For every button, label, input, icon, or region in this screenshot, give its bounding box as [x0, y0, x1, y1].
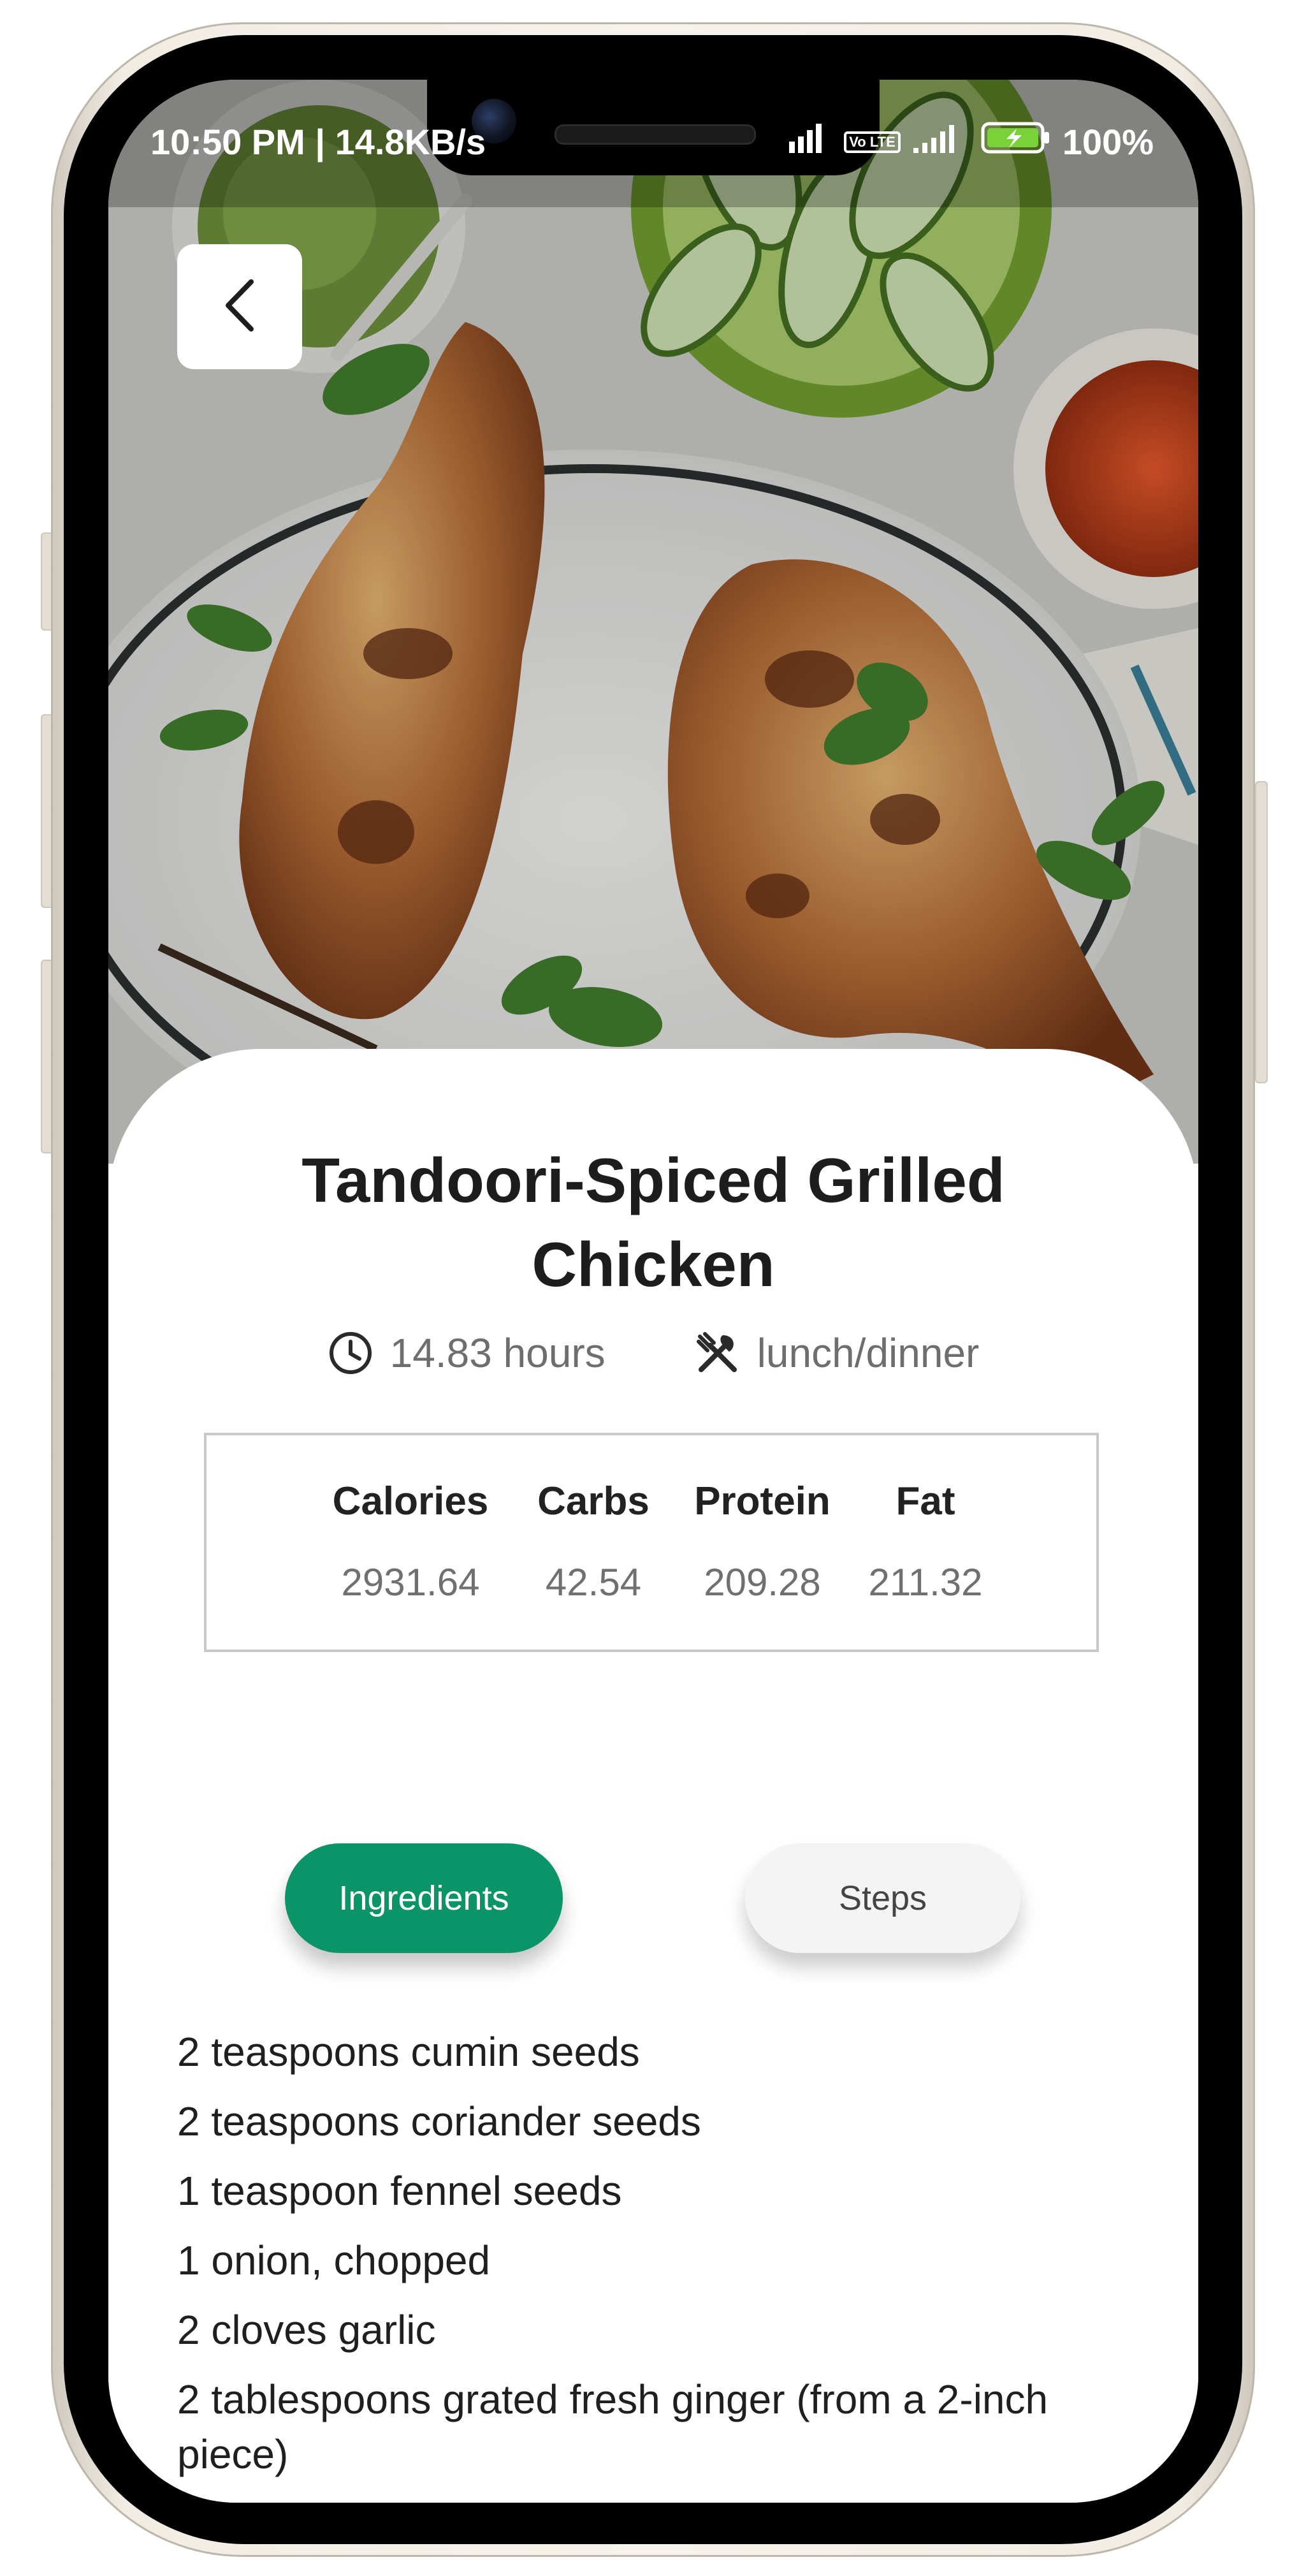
nutrition-value-fat: 211.32: [868, 1561, 983, 1604]
nutrition-table: Calories 2931.64 Carbs 42.54 Protein 209…: [204, 1433, 1099, 1652]
list-item: 1 onion, chopped: [177, 2237, 491, 2283]
recipe-meta: 14.83 hours lunch/dinner: [108, 1329, 1198, 1377]
list-item: 2 tablespoons grated fresh ginger (from …: [177, 2376, 1048, 2477]
chevron-left-icon: [221, 277, 259, 337]
power-button: [1255, 781, 1268, 1083]
status-icons: Vo LTE 100%: [788, 121, 1154, 163]
battery-percent: 100%: [1062, 122, 1154, 162]
status-bar: 10:50 PM | 14.8KB/s Vo LTE 100%: [108, 80, 1198, 182]
nutrition-value-carbs: 42.54: [545, 1561, 642, 1604]
utensils-icon: [695, 1330, 741, 1376]
meal-type: lunch/dinner: [695, 1329, 980, 1377]
nutrition-value-protein: 209.28: [704, 1561, 821, 1604]
recipe-title: Tandoori-Spiced Grilled Chicken: [301, 1145, 1005, 1299]
list-item: 2 teaspoons coriander seeds: [177, 2098, 701, 2144]
signal-icon: [788, 121, 832, 163]
battery-icon: [981, 121, 1051, 163]
recipe-hero-image: [108, 80, 1198, 1164]
nutrition-label-fat: Fat: [896, 1479, 955, 1523]
signal-icon: [912, 121, 969, 163]
list-item: 2 teaspoons cumin seeds: [177, 2029, 640, 2075]
cook-time-value: 14.83 hours: [389, 1330, 606, 1376]
volte-badge-icon: Vo LTE: [844, 131, 901, 153]
nutrition-label-calories: Calories: [332, 1479, 489, 1523]
status-time: 10:50 PM | 14.8KB/s: [150, 122, 486, 162]
meal-type-value: lunch/dinner: [757, 1330, 980, 1376]
list-item: 1 teaspoon fennel seeds: [177, 2168, 622, 2214]
clock-icon: [328, 1330, 374, 1376]
earpiece-speaker: [555, 124, 756, 145]
list-item: 2 cloves garlic: [177, 2307, 436, 2353]
ingredients-list: 2 teaspoons cumin seeds 2 teaspoons cori…: [177, 2024, 1140, 2503]
tab-steps[interactable]: Steps: [745, 1843, 1020, 1953]
back-button[interactable]: [177, 244, 302, 369]
nutrition-label-carbs: Carbs: [537, 1479, 649, 1523]
nutrition-label-protein: Protein: [694, 1479, 831, 1523]
list-item: 3 tablespoons vegetable oil, plus more f…: [177, 2496, 1140, 2503]
cook-time: 14.83 hours: [328, 1329, 606, 1377]
tab-ingredients[interactable]: Ingredients: [285, 1843, 563, 1953]
nutrition-value-calories: 2931.64: [341, 1561, 480, 1604]
phone-screen: 10:50 PM | 14.8KB/s Vo LTE 100% Tandoori…: [108, 80, 1198, 2503]
